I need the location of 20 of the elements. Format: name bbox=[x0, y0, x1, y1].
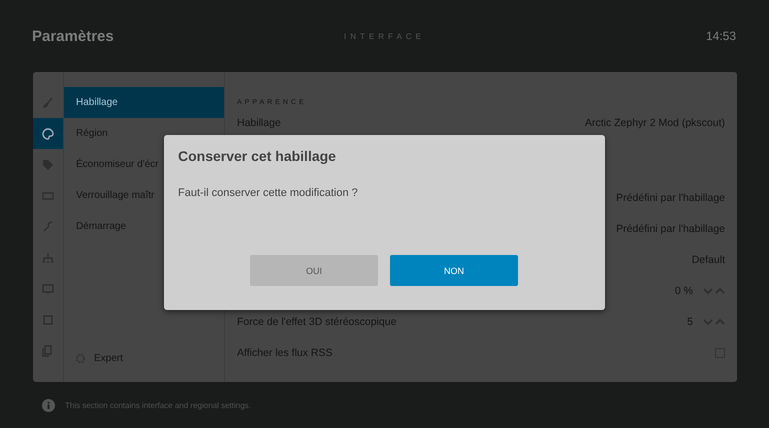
tv-icon bbox=[42, 190, 54, 202]
monitor-icon bbox=[42, 282, 54, 294]
dialog-message: Faut-il conserver cette modification ? bbox=[178, 187, 359, 199]
tag-icon bbox=[42, 158, 54, 170]
palette-icon bbox=[42, 128, 54, 140]
dialog-button[interactable]: OUI bbox=[250, 255, 378, 286]
section-title: INTERFACE bbox=[344, 32, 425, 40]
dialog-title: Conserver cet habillage bbox=[178, 148, 337, 164]
dialog-button[interactable]: NON bbox=[390, 255, 518, 286]
brush-icon bbox=[42, 96, 54, 108]
up-down-arrows-icon[interactable] bbox=[703, 318, 725, 326]
wrench-icon bbox=[42, 220, 54, 232]
up-down-arrows-icon[interactable] bbox=[703, 286, 725, 294]
page-title: Paramètres bbox=[32, 28, 114, 44]
info-icon bbox=[42, 398, 55, 412]
network-icon bbox=[42, 252, 54, 264]
category-icon-button[interactable] bbox=[33, 118, 63, 149]
clock: 14:53 bbox=[706, 29, 736, 43]
files-icon bbox=[42, 344, 54, 356]
category-item[interactable]: Habillage bbox=[64, 87, 224, 118]
